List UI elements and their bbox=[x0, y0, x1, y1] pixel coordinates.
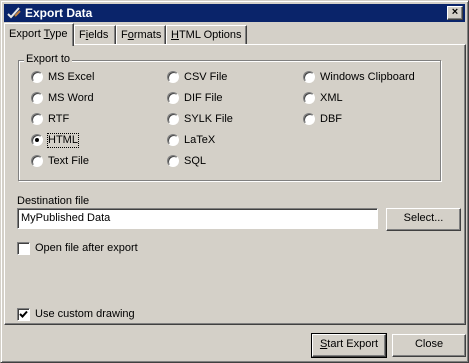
radio-button-selected bbox=[31, 134, 43, 146]
tab-label-post: elds bbox=[88, 29, 109, 41]
tab-label-pre: F bbox=[121, 29, 128, 41]
radio-button bbox=[303, 92, 315, 104]
radio-label: LaTeX bbox=[184, 134, 216, 146]
tab-label-post: rmats bbox=[133, 29, 162, 41]
radio-label: HTML bbox=[47, 133, 79, 148]
radio-button bbox=[303, 113, 315, 125]
export-to-groupbox: Export to MS Excel MS Word RTF HTML Text… bbox=[18, 53, 441, 181]
radio-label: DBF bbox=[320, 113, 342, 125]
radio-label: SQL bbox=[184, 155, 207, 167]
title-bar[interactable]: Export Data × bbox=[4, 4, 465, 22]
checkbox-label: Use custom drawing bbox=[35, 308, 135, 320]
checkbox-label: Open file after export bbox=[35, 242, 138, 254]
radio-button bbox=[167, 134, 179, 146]
radio-label: RTF bbox=[48, 113, 70, 125]
export-data-dialog: Export Data × Export Type Fields Formats… bbox=[0, 0, 469, 363]
radio-button bbox=[167, 92, 179, 104]
radio-label: Text File bbox=[48, 155, 89, 167]
tab-label-pre: Export bbox=[9, 28, 44, 40]
tab-panel-export-type: Export to MS Excel MS Word RTF HTML Text… bbox=[4, 44, 466, 325]
close-icon[interactable]: × bbox=[447, 6, 463, 20]
radio-label: CSV File bbox=[184, 71, 228, 83]
tab-export-type[interactable]: Export Type bbox=[4, 23, 74, 46]
checkbox-unchecked bbox=[17, 242, 30, 255]
radio-dot bbox=[35, 138, 39, 142]
tab-label-pre: F bbox=[79, 29, 86, 41]
destination-file-input[interactable]: MyPublished Data bbox=[17, 208, 378, 229]
radio-label: SYLK File bbox=[184, 113, 233, 125]
button-label-post: tart Export bbox=[327, 338, 379, 350]
radio-button bbox=[167, 71, 179, 83]
radio-label: MS Word bbox=[48, 92, 94, 104]
radio-button bbox=[303, 71, 315, 83]
radio-button bbox=[167, 155, 179, 167]
radio-button bbox=[31, 92, 43, 104]
radio-button bbox=[31, 113, 43, 125]
select-button[interactable]: Select... bbox=[386, 208, 461, 231]
radio-button bbox=[167, 113, 179, 125]
radio-button bbox=[31, 71, 43, 83]
export-to-label: Export to bbox=[24, 53, 73, 65]
radio-label: DIF File bbox=[184, 92, 223, 104]
checkmark-pencil-icon bbox=[6, 5, 22, 21]
checkmark-icon bbox=[17, 308, 30, 321]
radio-label: XML bbox=[320, 92, 343, 104]
start-export-button[interactable]: Start Export bbox=[311, 333, 387, 358]
tab-label-post: ype bbox=[49, 28, 68, 40]
tab-html-options[interactable]: HTML Options bbox=[166, 25, 247, 44]
window-title: Export Data bbox=[25, 6, 93, 20]
tab-label-post: TML Options bbox=[178, 29, 242, 41]
radio-button bbox=[31, 155, 43, 167]
radio-label: Windows Clipboard bbox=[320, 71, 415, 83]
tab-fields[interactable]: Fields bbox=[74, 25, 116, 44]
close-button[interactable]: Close bbox=[392, 334, 466, 357]
radio-label: MS Excel bbox=[48, 71, 95, 83]
destination-file-label: Destination file bbox=[17, 195, 90, 207]
tab-formats[interactable]: Formats bbox=[116, 25, 166, 44]
tab-label-key: H bbox=[171, 29, 179, 41]
